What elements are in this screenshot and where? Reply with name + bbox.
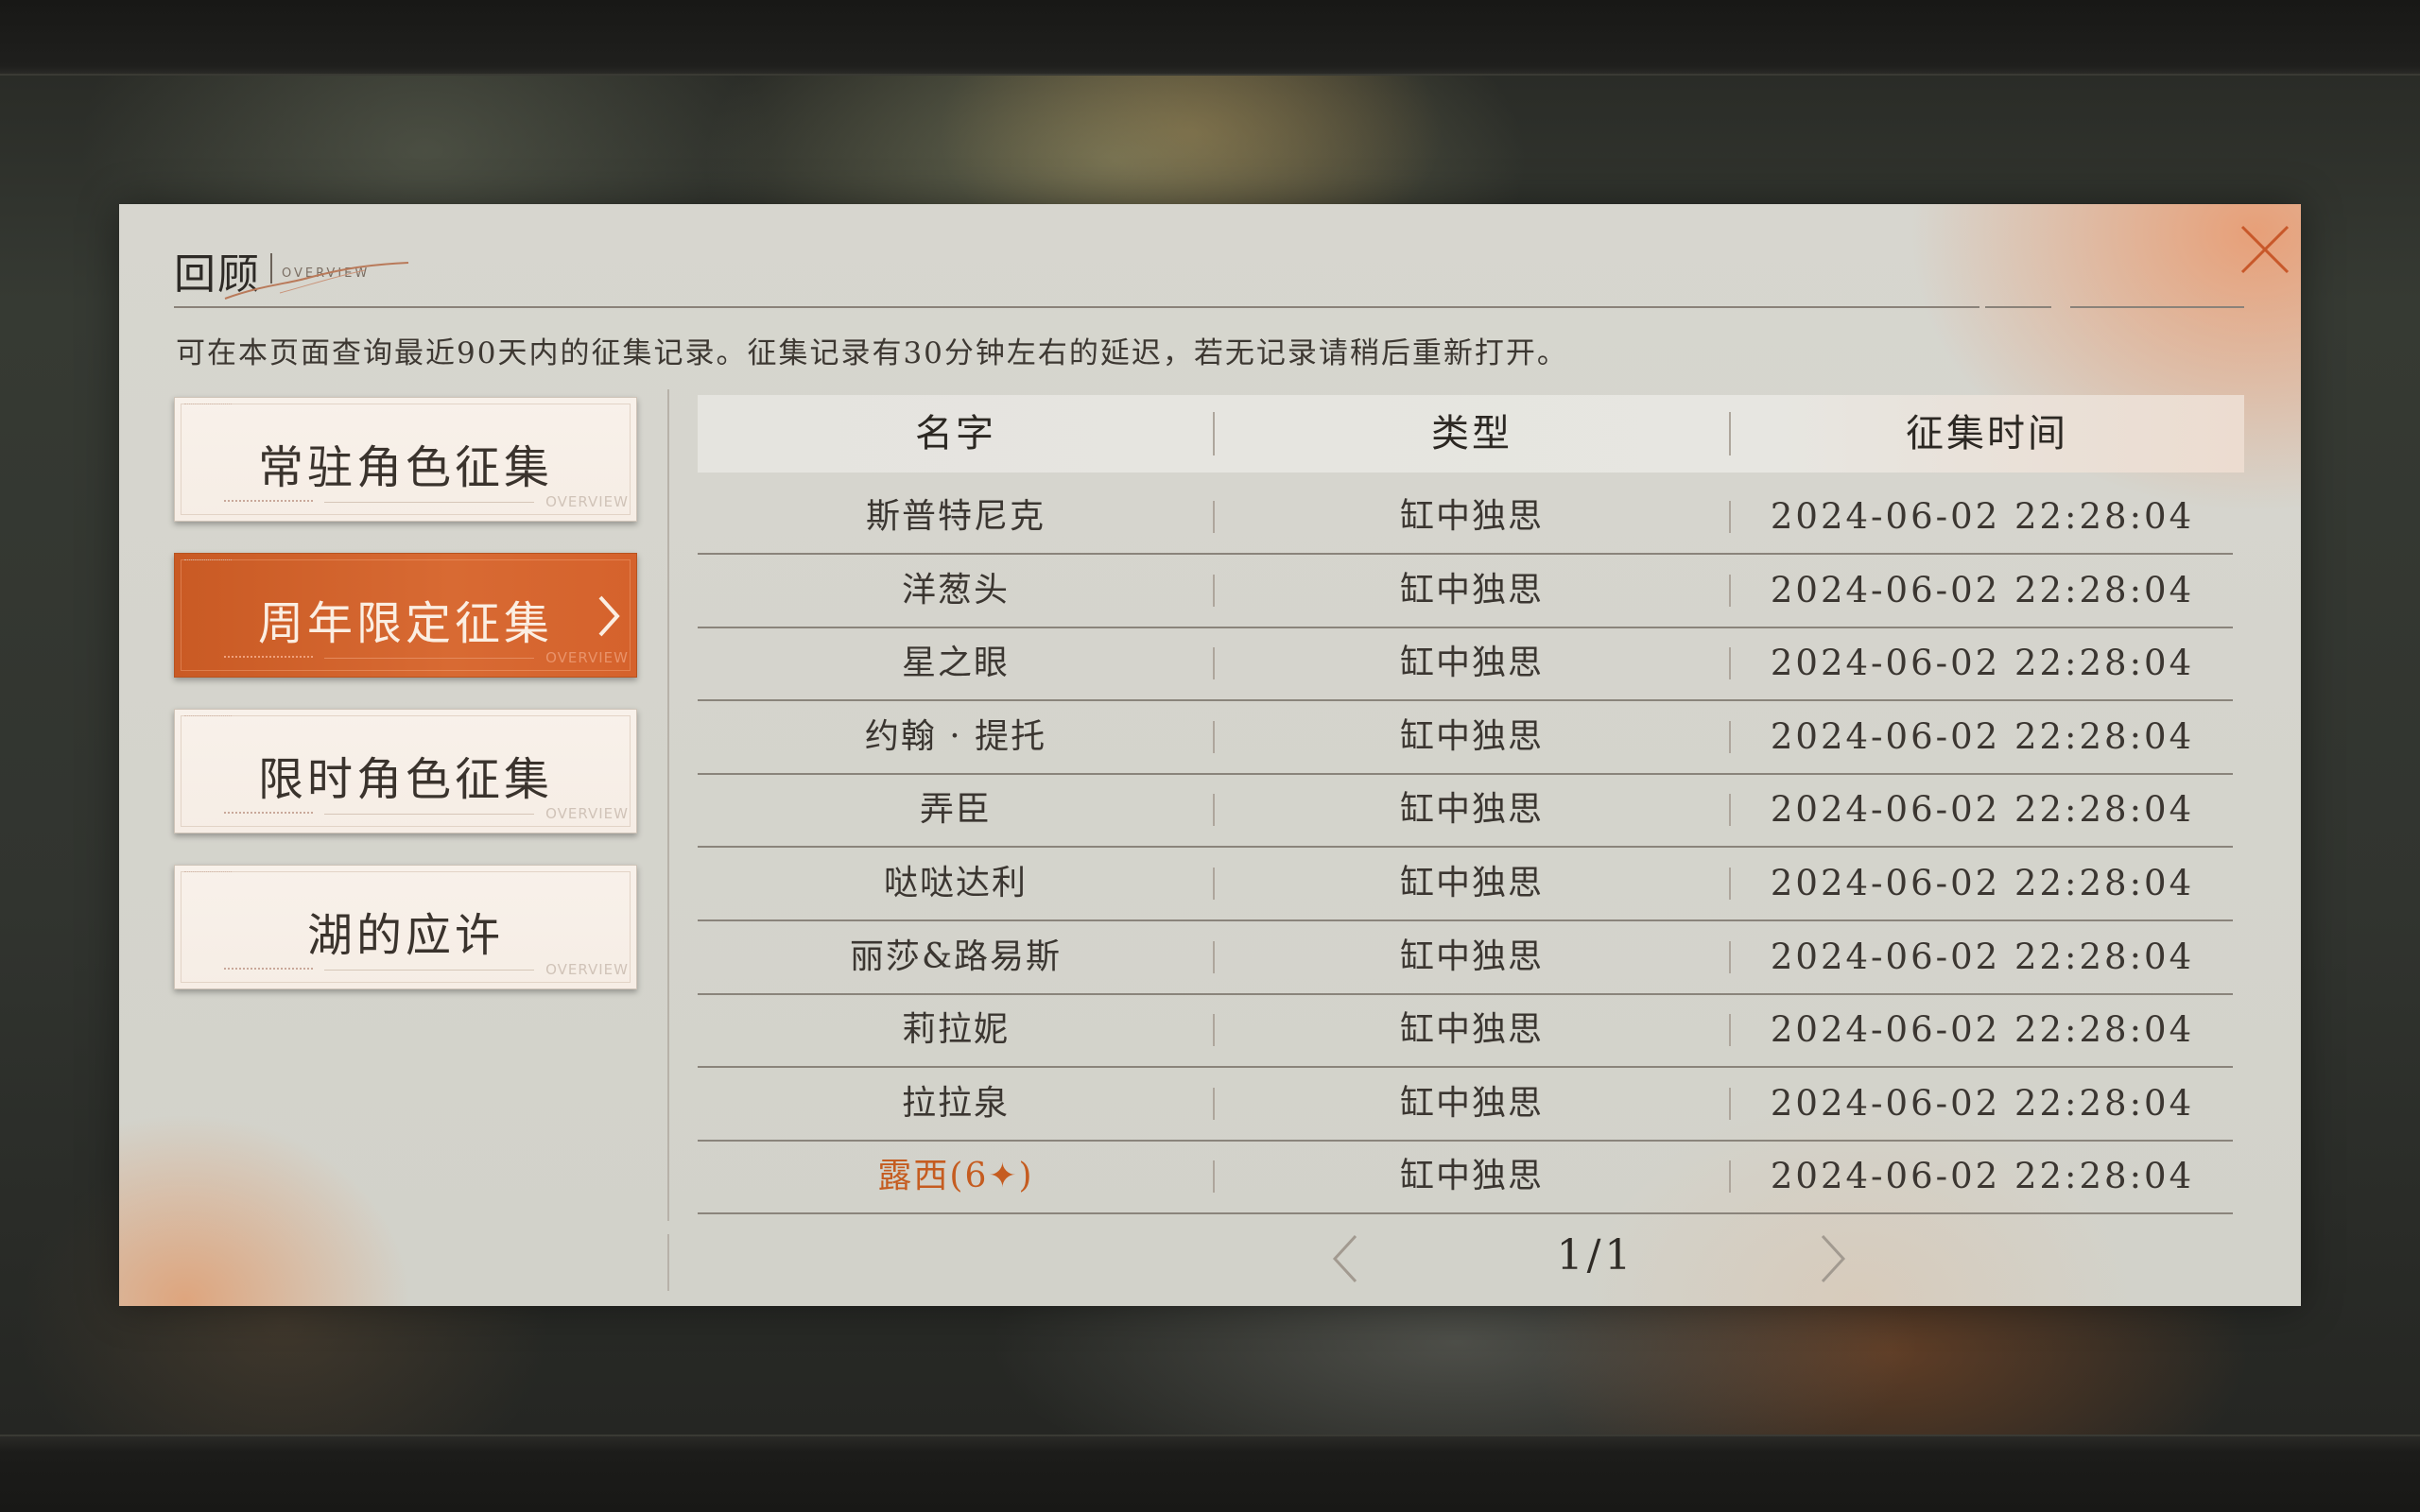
cell-name: 弄臣 (919, 790, 992, 830)
table-row: 弄臣 缸中独思 2024-06-02 22:28:04 (698, 773, 2233, 849)
cell-name: 斯普特尼克 (865, 497, 1046, 536)
cell-type: 缸中独思 (1399, 790, 1544, 830)
sidebar-item-label: 常驻角色征集 (257, 441, 553, 494)
cell-time: 2024-06-02 22:28:04 (1770, 863, 2195, 903)
cell-type: 缸中独思 (1399, 1157, 1544, 1196)
column-header-time: 征集时间 (1906, 412, 2068, 455)
cell-time: 2024-06-02 22:28:04 (1770, 1082, 2195, 1124)
chevron-left-icon[interactable] (1327, 1232, 1365, 1285)
cell-name: 洋葱头 (901, 570, 1010, 610)
header-rule-short (1985, 306, 2051, 308)
sidebar-item-tag: OVERVIEW (545, 649, 629, 666)
cell-name: 拉拉泉 (901, 1083, 1010, 1123)
table-row: 星之眼 缸中独思 2024-06-02 22:28:04 (698, 627, 2233, 702)
column-header-type: 类型 (1431, 412, 1512, 455)
table-row: 哒哒达利 缸中独思 2024-06-02 22:28:04 (698, 847, 2233, 921)
table-header: 名字 类型 征集时间 (698, 395, 2244, 472)
sidebar-item-anniversary[interactable]: 周年限定征集 OVERVIEW (174, 553, 637, 678)
table-row: 丽莎&路易斯 缸中独思 2024-06-02 22:28:04 (698, 920, 2233, 995)
cell-type: 缸中独思 (1399, 570, 1544, 610)
sidebar-item-label: 湖的应许 (306, 909, 504, 962)
cell-time: 2024-06-02 22:28:04 (1770, 1009, 2195, 1051)
cell-time: 2024-06-02 22:28:04 (1770, 936, 2195, 977)
table-row: 莉拉妮 缸中独思 2024-06-02 22:28:04 (698, 993, 2233, 1069)
cell-time: 2024-06-02 22:28:04 (1770, 569, 2195, 610)
sidebar-item-label: 限时角色征集 (257, 753, 553, 806)
sidebar-item-standard[interactable]: 常驻角色征集 OVERVIEW (174, 397, 637, 522)
column-header-name: 名字 (915, 412, 996, 455)
bottom-bar (0, 1435, 2420, 1512)
cell-type: 缸中独思 (1399, 497, 1544, 536)
cell-time: 2024-06-02 22:28:04 (1770, 1156, 2195, 1197)
table-row: 露西(6✦) 缸中独思 2024-06-02 22:28:04 (698, 1140, 2233, 1215)
cell-name: 莉拉妮 (901, 1010, 1010, 1050)
table-row: 斯普特尼克 缸中独思 2024-06-02 22:28:04 (698, 480, 2233, 555)
top-bar (0, 0, 2420, 76)
cell-name: 星之眼 (901, 644, 1010, 683)
notice-text: 可在本页面查询最近90天内的征集记录。征集记录有30分钟左右的延迟，若无记录请稍… (176, 336, 1568, 370)
cell-name: 露西(6✦) (877, 1157, 1034, 1196)
sidebar-item-label: 周年限定征集 (257, 597, 553, 650)
sidebar-item-tag: OVERVIEW (545, 961, 629, 978)
sidebar-divider (667, 389, 669, 1221)
cell-name: 丽莎&路易斯 (849, 936, 1063, 976)
sidebar-item-limited[interactable]: 限时角色征集 OVERVIEW (174, 709, 637, 833)
sidebar-item-lake-promise[interactable]: 湖的应许 OVERVIEW (174, 865, 637, 989)
chevron-right-icon (598, 595, 620, 637)
table-row: 拉拉泉 缸中独思 2024-06-02 22:28:04 (698, 1067, 2233, 1142)
overview-dialog: 回顾 OVERVIEW 可在本页面查询最近90天内的征集记录。征集记录有30分钟… (119, 204, 2301, 1306)
cell-time: 2024-06-02 22:28:04 (1770, 789, 2195, 831)
table-row: 洋葱头 缸中独思 2024-06-02 22:28:04 (698, 554, 2233, 628)
cell-type: 缸中独思 (1399, 936, 1544, 976)
swoosh-decoration (224, 262, 409, 300)
cell-time: 2024-06-02 22:28:04 (1770, 496, 2195, 537)
cell-name: 约翰 · 提托 (864, 716, 1047, 756)
cell-type: 缸中独思 (1399, 864, 1544, 902)
cell-type: 缸中独思 (1399, 644, 1544, 683)
cell-name: 哒哒达利 (883, 864, 1028, 902)
sidebar-item-tag: OVERVIEW (545, 805, 629, 822)
close-icon[interactable] (2229, 214, 2301, 285)
cell-time: 2024-06-02 22:28:04 (1770, 643, 2195, 684)
pagination: 1/1 (698, 1223, 2244, 1289)
chevron-right-icon[interactable] (1813, 1232, 1851, 1285)
table-row: 约翰 · 提托 缸中独思 2024-06-02 22:28:04 (698, 700, 2233, 775)
sidebar-item-tag: OVERVIEW (545, 493, 629, 510)
cell-time: 2024-06-02 22:28:04 (1770, 715, 2195, 757)
page-indicator: 1/1 (1556, 1231, 1635, 1280)
header-rule (174, 306, 1979, 308)
header-rule-end (2070, 306, 2244, 308)
cell-type: 缸中独思 (1399, 716, 1544, 756)
cell-type: 缸中独思 (1399, 1010, 1544, 1050)
cell-type: 缸中独思 (1399, 1083, 1544, 1123)
